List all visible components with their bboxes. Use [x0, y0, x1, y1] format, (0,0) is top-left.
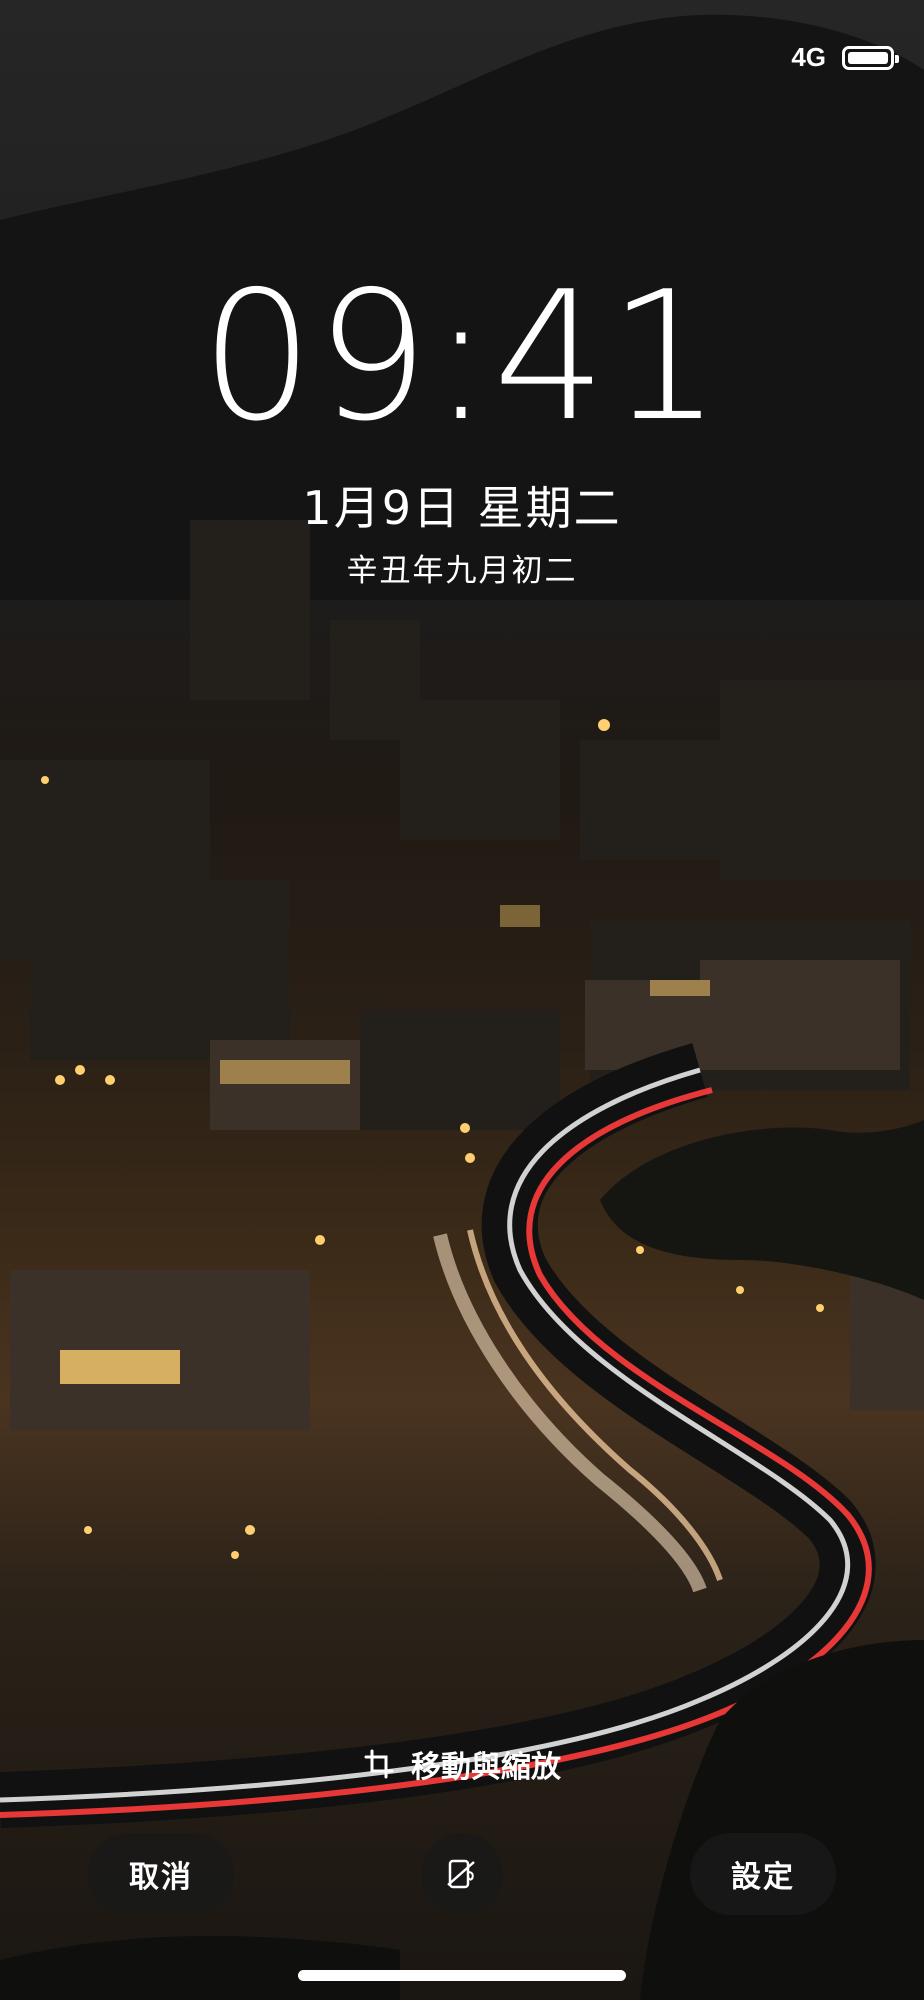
battery-icon: [842, 45, 899, 70]
status-bar: 4G: [791, 42, 899, 73]
wallpaper-preview-screen: 4G 09:41 1月9日 星期二 辛丑年九月初二 移動與縮放 取消 設定: [0, 0, 924, 2000]
lockscreen-date: 1月9日 星期二: [302, 481, 622, 535]
lockscreen-clock: 09:41: [200, 253, 724, 460]
hint-label: 移動與縮放: [411, 1751, 561, 1784]
lockscreen-lunar-date: 辛丑年九月初二: [346, 553, 578, 589]
home-indicator[interactable]: [298, 1970, 626, 1981]
set-button[interactable]: 設定: [690, 1833, 836, 1915]
move-and-scale-hint: 移動與縮放: [0, 1742, 924, 1786]
network-indicator: 4G: [791, 42, 826, 72]
perspective-toggle-button[interactable]: [421, 1833, 503, 1915]
perspective-toggle-icon: [447, 1859, 475, 1889]
cancel-button[interactable]: 取消: [88, 1833, 234, 1915]
crop-icon: [364, 1749, 394, 1779]
